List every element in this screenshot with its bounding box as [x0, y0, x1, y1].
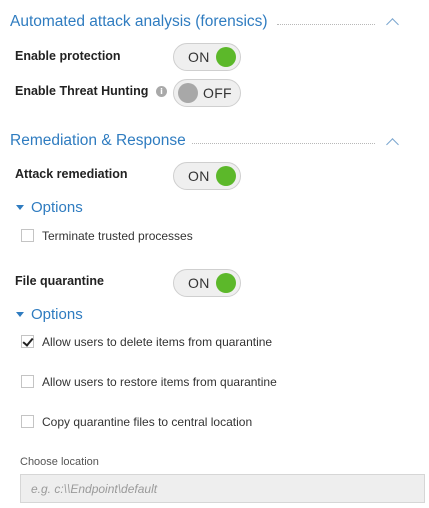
toggle-knob [178, 83, 198, 103]
options-toggle-quarantine[interactable]: Options [31, 306, 83, 323]
options-toggle-remediation[interactable]: Options [31, 199, 83, 216]
info-icon[interactable]: i [156, 86, 167, 97]
attack-remediation-label: Attack remediation [15, 167, 128, 181]
terminate-trusted-label: Terminate trusted processes [42, 229, 193, 243]
copy-central-checkbox[interactable] [21, 415, 34, 428]
choose-location-label: Choose location [20, 456, 99, 468]
enable-threat-hunting-toggle[interactable]: OFF [173, 79, 241, 107]
toggle-state-text: OFF [203, 85, 232, 101]
caret-down-icon[interactable] [16, 205, 24, 210]
chevron-up-icon[interactable] [386, 138, 399, 151]
section-divider [277, 24, 375, 25]
allow-delete-label: Allow users to delete items from quarant… [42, 335, 273, 349]
allow-restore-checkbox[interactable] [21, 375, 34, 388]
section-title-forensics: Automated attack analysis (forensics) [10, 13, 268, 30]
chevron-up-icon[interactable] [386, 18, 399, 31]
toggle-knob [216, 273, 236, 293]
toggle-state-text: ON [188, 49, 210, 65]
attack-remediation-toggle[interactable]: ON [173, 162, 241, 190]
checkmark-icon [22, 335, 34, 347]
file-quarantine-label: File quarantine [15, 274, 104, 288]
toggle-knob [216, 166, 236, 186]
enable-threat-hunting-label: Enable Threat Hunting [15, 84, 149, 98]
copy-central-label: Copy quarantine files to central locatio… [42, 415, 253, 429]
section-title-remediation: Remediation & Response [10, 132, 186, 149]
toggle-state-text: ON [188, 168, 210, 184]
toggle-state-text: ON [188, 275, 210, 291]
enable-protection-label: Enable protection [15, 49, 121, 63]
caret-down-icon[interactable] [16, 312, 24, 317]
location-input[interactable] [20, 474, 425, 503]
enable-protection-toggle[interactable]: ON [173, 43, 241, 71]
section-divider [192, 143, 375, 144]
allow-delete-checkbox[interactable] [21, 335, 34, 348]
allow-restore-label: Allow users to restore items from quaran… [42, 375, 277, 389]
file-quarantine-toggle[interactable]: ON [173, 269, 241, 297]
terminate-trusted-checkbox[interactable] [21, 229, 34, 242]
toggle-knob [216, 47, 236, 67]
